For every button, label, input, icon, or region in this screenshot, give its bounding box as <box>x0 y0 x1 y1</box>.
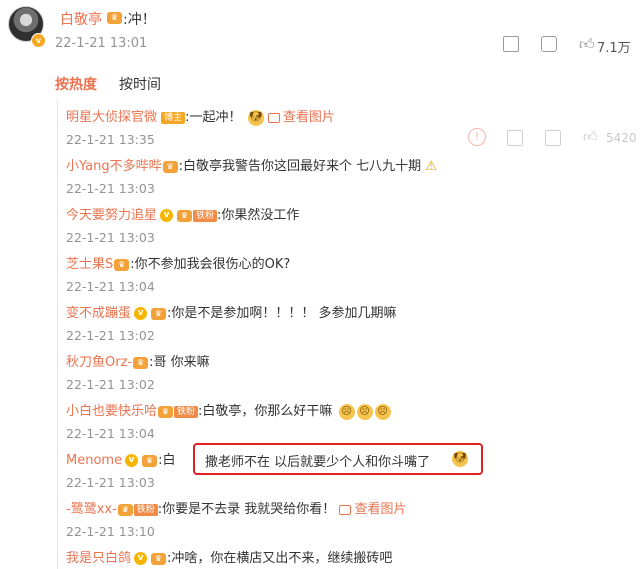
post-author-name[interactable]: 白敬亭 <box>60 9 102 29</box>
vip-crown-icon: ♛ <box>117 503 133 516</box>
comment-like-icon[interactable]: 👍︎ <box>583 128 598 145</box>
comment-text: :冲啥，你在横店又出不来，继续搬砖吧 <box>167 551 393 566</box>
commenter-name[interactable]: 今天要努力追星 <box>66 208 157 223</box>
comment-row: -鹭鹭xx- ♛ 铁粉:你要是不去录 我就哭给你看！ 查看图片 <box>66 498 406 517</box>
post-text: :冲！ <box>123 12 156 28</box>
comment-row: 我是只白鸽 v ♛:冲啥，你在横店又出不来，继续搬砖吧 <box>66 547 392 566</box>
report-icon[interactable]: ! <box>468 128 486 146</box>
doge-emoji-icon: 🐶︎ <box>247 109 264 126</box>
comment-timestamp: 22-1-21 13:03 <box>66 230 155 245</box>
comment-row: Menome v ♛:白 <box>66 449 175 468</box>
comment-text: :白敬亭，你那么好干嘛 <box>198 404 333 419</box>
like-icon[interactable]: 👍︎ <box>579 35 595 54</box>
comment-text: :你要是不去录 我就哭给你看！ <box>157 502 336 517</box>
sad-emoji-icon: ☹ <box>356 403 373 420</box>
warning-emoji-icon: ⚠ <box>425 159 437 174</box>
fan-badge: 铁粉 <box>133 503 158 516</box>
image-icon <box>267 112 280 123</box>
vip-crown-icon: ♛ <box>158 405 174 418</box>
commenter-name[interactable]: 变不成蹦蛋 <box>66 306 131 321</box>
commenter-name[interactable]: -鹭鹭xx- <box>66 502 117 517</box>
post-like-count: 7.1万 <box>597 41 631 56</box>
comment-text: :白敬亭我警告你这回最好来个 七八九十期 <box>178 159 422 174</box>
comment-row: 变不成蹦蛋 v ♛:你是不是参加啊！！！！ 多参加几期嘛 <box>66 302 397 321</box>
comment-row: 小Yang不多哔哔 ♛:白敬亭我警告你这回最好来个 七八九十期 ⚠ <box>66 155 437 174</box>
comment-row: 芝士果S ♛:你不参加我会很伤心的OK? <box>66 253 290 272</box>
vip-v-icon: v <box>160 209 174 222</box>
blogger-badge: 博主 <box>161 111 186 124</box>
view-image-link[interactable]: 查看图片 <box>339 502 406 517</box>
comment-text: :白 <box>158 453 176 468</box>
vip-crown-icon: ♛ <box>177 209 193 222</box>
commenter-name[interactable]: 明星大侦探官微 <box>66 110 157 125</box>
vip-crown-icon: ♛ <box>107 12 122 24</box>
commenter-name[interactable]: 小Yang不多哔哔 <box>66 159 162 174</box>
tab-by-popularity[interactable]: 按热度 <box>55 74 97 94</box>
comment-timestamp: 22-1-21 13:03 <box>66 181 155 196</box>
comment-row: 今天要努力追星 v ♛ 铁粉:你果然没工作 <box>66 204 299 223</box>
vip-v-icon: v <box>125 454 139 467</box>
comment-icon[interactable] <box>541 36 557 52</box>
sad-emoji-icon: ☹ <box>338 403 355 420</box>
comment-like-count: 5420 <box>606 131 637 145</box>
fan-badge: 铁粉 <box>174 405 199 418</box>
comment-reply-icon[interactable] <box>545 130 561 146</box>
comment-timestamp: 22-1-21 13:02 <box>66 377 155 392</box>
commenter-name[interactable]: 秋刀鱼Orz- <box>66 355 132 370</box>
comment-timestamp: 22-1-21 13:03 <box>66 475 155 490</box>
sad-emoji-icon: ☹ <box>374 403 391 420</box>
commenter-name[interactable]: Menome <box>66 453 122 468</box>
comment-text: :哥 你来嘛 <box>149 355 210 370</box>
comment-timestamp: 22-1-21 13:04 <box>66 426 155 441</box>
share-icon[interactable] <box>503 36 519 52</box>
view-image-link[interactable]: 查看图片 <box>267 110 335 125</box>
commenter-name[interactable]: 我是只白鸽 <box>66 551 131 566</box>
comment-row: 秋刀鱼Orz- ♛:哥 你来嘛 <box>66 351 210 370</box>
vip-v-icon: v <box>134 552 148 565</box>
vip-crown-icon: ♛ <box>162 160 178 173</box>
comment-timestamp: 22-1-21 13:02 <box>66 328 155 343</box>
thread-divider <box>57 100 58 569</box>
vip-crown-icon: ♛ <box>142 454 158 467</box>
commenter-name[interactable]: 小白也要快乐哈 <box>66 404 157 419</box>
comment-row: 明星大侦探官微 博主:一起冲！ 🐶︎ 查看图片 <box>66 106 335 126</box>
fan-badge: 铁粉 <box>193 209 218 222</box>
comment-share-icon[interactable] <box>507 130 523 146</box>
vip-v-icon: v <box>134 307 148 320</box>
comment-text: :你果然没工作 <box>217 208 300 223</box>
vip-crown-icon: ♛ <box>151 552 167 565</box>
comment-timestamp: 22-1-21 13:10 <box>66 524 155 539</box>
comment-timestamp: 22-1-21 13:04 <box>66 279 155 294</box>
image-icon <box>339 504 352 515</box>
comment-row: 小白也要快乐哈 ♛ 铁粉:白敬亭，你那么好干嘛 ☹ ☹ ☹ <box>66 400 391 420</box>
post-timestamp: 22-1-21 13:01 <box>55 36 148 51</box>
verified-badge-icon: v <box>31 33 46 48</box>
tab-by-time[interactable]: 按时间 <box>119 74 161 94</box>
comment-text: :你不参加我会很伤心的OK? <box>130 257 291 272</box>
comment-text: :一起冲！ <box>185 110 242 125</box>
comment-timestamp: 22-1-21 13:35 <box>66 132 155 147</box>
vip-crown-icon: ♛ <box>114 258 130 271</box>
highlighted-comment-text: 撒老师不在 以后就要少个人和你斗嘴了 <box>205 455 431 470</box>
commenter-name[interactable]: 芝士果S <box>66 257 113 272</box>
vip-crown-icon: ♛ <box>133 356 149 369</box>
comment-text: :你是不是参加啊！！！！ 多参加几期嘛 <box>167 306 397 321</box>
vip-crown-icon: ♛ <box>151 307 167 320</box>
dog-emoji-icon: 🐶︎ <box>452 451 468 467</box>
highlighted-comment-box: 撒老师不在 以后就要少个人和你斗嘴了 🐶︎ <box>193 443 483 475</box>
